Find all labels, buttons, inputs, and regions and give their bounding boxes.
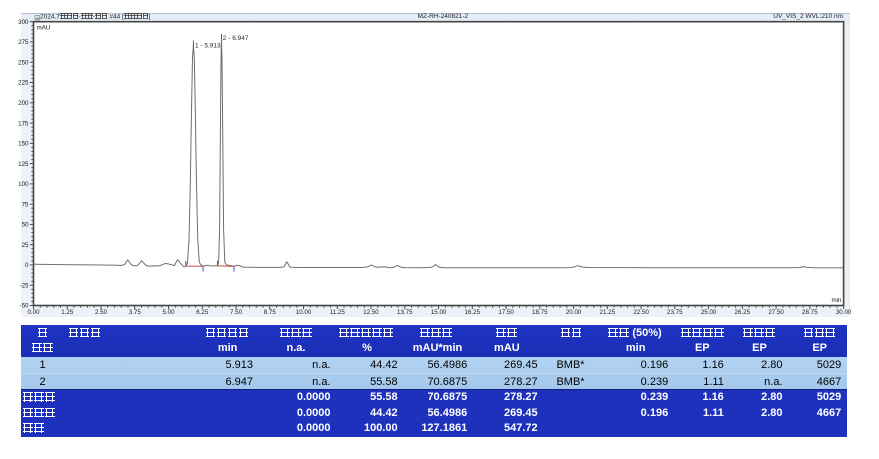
svg-text:7.50: 7.50 bbox=[230, 309, 243, 316]
svg-text:150: 150 bbox=[18, 141, 29, 148]
svg-text:min: min bbox=[832, 297, 843, 304]
svg-text:25.00: 25.00 bbox=[701, 309, 717, 316]
svg-text:0: 0 bbox=[25, 262, 29, 269]
svg-text:250: 250 bbox=[18, 59, 29, 66]
svg-text:1 - 5.913: 1 - 5.913 bbox=[195, 43, 221, 50]
svg-text:3.75: 3.75 bbox=[129, 309, 142, 316]
svg-text:300: 300 bbox=[18, 19, 29, 26]
svg-text:17.50: 17.50 bbox=[498, 309, 514, 316]
svg-text:18.75: 18.75 bbox=[532, 309, 548, 316]
svg-text:75: 75 bbox=[22, 201, 29, 208]
svg-text:200: 200 bbox=[18, 100, 29, 107]
svg-text:175: 175 bbox=[18, 120, 29, 127]
svg-text:15.00: 15.00 bbox=[431, 309, 447, 316]
svg-text:100: 100 bbox=[18, 181, 29, 188]
svg-text:11.25: 11.25 bbox=[330, 309, 346, 316]
svg-text:28.75: 28.75 bbox=[802, 309, 818, 316]
svg-text:22.50: 22.50 bbox=[633, 309, 649, 316]
svg-text:-25: -25 bbox=[20, 282, 30, 289]
svg-text:275: 275 bbox=[18, 39, 29, 46]
svg-text:225: 225 bbox=[18, 80, 29, 87]
svg-text:27.50: 27.50 bbox=[768, 309, 784, 316]
svg-text:23.75: 23.75 bbox=[667, 309, 683, 316]
svg-text:26.25: 26.25 bbox=[735, 309, 751, 316]
svg-text:2 - 6.947: 2 - 6.947 bbox=[223, 35, 249, 42]
svg-text:6.25: 6.25 bbox=[196, 309, 209, 316]
svg-text:0.00: 0.00 bbox=[27, 309, 40, 316]
svg-text:21.25: 21.25 bbox=[600, 309, 616, 316]
svg-text:1.25: 1.25 bbox=[61, 309, 74, 316]
svg-text:50: 50 bbox=[22, 222, 29, 229]
svg-text:10.00: 10.00 bbox=[296, 309, 312, 316]
svg-text:25: 25 bbox=[22, 242, 29, 249]
svg-text:125: 125 bbox=[18, 161, 29, 168]
svg-text:2.50: 2.50 bbox=[95, 309, 108, 316]
svg-text:30.00: 30.00 bbox=[836, 309, 852, 316]
svg-text:13.75: 13.75 bbox=[397, 309, 413, 316]
svg-text:16.25: 16.25 bbox=[465, 309, 481, 316]
svg-text:mAU: mAU bbox=[37, 24, 51, 31]
svg-text:12.50: 12.50 bbox=[363, 309, 379, 316]
svg-text:8.75: 8.75 bbox=[264, 309, 277, 316]
svg-text:20.00: 20.00 bbox=[566, 309, 582, 316]
svg-text:5.00: 5.00 bbox=[162, 309, 175, 316]
